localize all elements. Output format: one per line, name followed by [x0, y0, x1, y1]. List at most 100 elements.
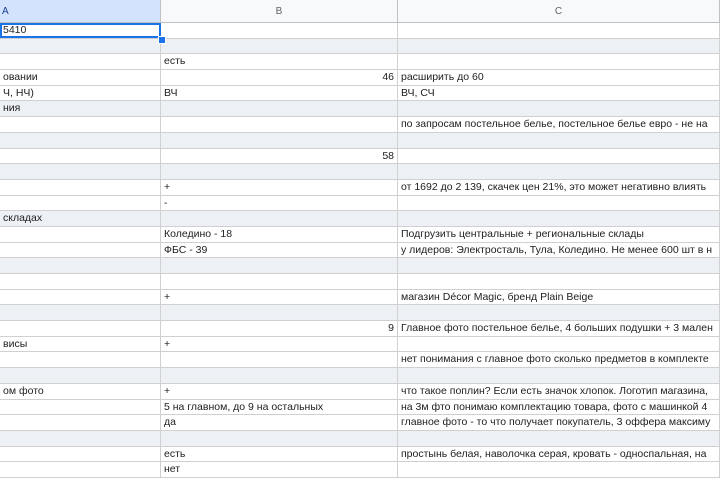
cell-a[interactable]: ния	[0, 101, 161, 117]
cell-a[interactable]	[0, 258, 161, 273]
cell-a[interactable]	[0, 38, 161, 54]
column-header-b[interactable]: B	[161, 0, 398, 22]
cell-b[interactable]	[161, 132, 398, 148]
cell-b[interactable]: +	[161, 289, 398, 305]
table-row	[0, 305, 720, 322]
table-row: висы +	[0, 336, 720, 353]
cell-a[interactable]: висы	[0, 336, 161, 352]
table-row	[0, 274, 720, 290]
cell-c[interactable]: ВЧ, СЧ	[398, 85, 720, 101]
cell-c[interactable]	[398, 54, 720, 70]
cell-c[interactable]	[398, 211, 720, 226]
cell-b[interactable]: +	[161, 336, 398, 352]
cell-a[interactable]	[0, 399, 161, 415]
cell-c[interactable]: Подгрузить центральные + региональные ск…	[398, 226, 720, 242]
cell-a[interactable]: Ч, НЧ)	[0, 85, 161, 101]
cell-a[interactable]	[0, 195, 161, 211]
cell-a[interactable]	[0, 352, 161, 368]
cell-a[interactable]	[0, 54, 161, 70]
cell-a[interactable]	[0, 226, 161, 242]
cell-b[interactable]: +	[161, 179, 398, 195]
cell-a[interactable]	[0, 321, 161, 336]
cell-a[interactable]	[0, 117, 161, 132]
cell-b[interactable]: да	[161, 415, 398, 430]
cell-a[interactable]	[0, 415, 161, 430]
cell-a[interactable]	[0, 132, 161, 148]
cell-b[interactable]: 58	[161, 148, 398, 164]
table-row	[0, 368, 720, 384]
cell-a[interactable]	[0, 289, 161, 305]
cell-b[interactable]	[161, 258, 398, 273]
table-row: да главное фото - то что получает покупат…	[0, 415, 720, 431]
cell-a[interactable]	[0, 242, 161, 258]
cell-c[interactable]	[398, 430, 720, 446]
cell-b[interactable]	[161, 352, 398, 368]
cell-a[interactable]: ом фото	[0, 383, 161, 399]
cell-c[interactable]	[398, 368, 720, 383]
table-row: нет	[0, 462, 720, 478]
cell-b[interactable]: -	[161, 195, 398, 211]
cell-a[interactable]	[0, 430, 161, 446]
cell-a[interactable]: 5410	[0, 23, 161, 38]
table-row: нет понимания с главное фото сколько пре…	[0, 352, 720, 369]
cell-b[interactable]	[161, 164, 398, 179]
cell-b[interactable]: 46	[161, 70, 398, 85]
cell-c[interactable]	[398, 258, 720, 273]
spreadsheet-grid: A B C 5410 есть овании 46 расширить до 60 Ч, …	[0, 0, 720, 480]
cell-c[interactable]	[398, 132, 720, 148]
fill-handle[interactable]	[158, 36, 166, 44]
cell-c[interactable]	[398, 336, 720, 352]
cell-a[interactable]	[0, 148, 161, 164]
cell-b[interactable]: 9	[161, 321, 398, 336]
cell-a[interactable]: овании	[0, 70, 161, 85]
column-header-a[interactable]: A	[0, 0, 161, 22]
cell-b[interactable]	[161, 101, 398, 117]
column-header-row: A B C	[0, 0, 720, 23]
cell-b[interactable]: есть	[161, 54, 398, 70]
cell-a[interactable]	[0, 179, 161, 195]
cell-c[interactable]: по запросам постельное белье, постельное…	[398, 117, 720, 132]
cell-a[interactable]	[0, 305, 161, 321]
cell-c[interactable]	[398, 148, 720, 164]
cell-b[interactable]: 5 на главном, до 9 на остальных	[161, 399, 398, 415]
cell-c[interactable]	[398, 195, 720, 211]
cell-b[interactable]: есть	[161, 446, 398, 462]
cell-c[interactable]: нет понимания с главное фото сколько пре…	[398, 352, 720, 368]
cell-b[interactable]	[161, 274, 398, 289]
cell-a[interactable]	[0, 446, 161, 462]
cell-a[interactable]	[0, 462, 161, 477]
cell-c[interactable]: у лидеров: Электросталь, Тула, Коледино.…	[398, 242, 720, 258]
cell-c[interactable]	[398, 23, 720, 38]
cell-b[interactable]	[161, 117, 398, 132]
cell-c[interactable]	[398, 38, 720, 54]
cell-c[interactable]: Главное фото постельное белье, 4 больших…	[398, 321, 720, 336]
cell-c[interactable]: расширить до 60	[398, 70, 720, 85]
cell-c[interactable]	[398, 305, 720, 321]
cell-a[interactable]	[0, 164, 161, 179]
cell-b[interactable]	[161, 23, 398, 38]
cell-c[interactable]: что такое поплин? Если есть значок хлопо…	[398, 383, 720, 399]
cell-c[interactable]: на 3м фто понимаю комплектацию товара, ф…	[398, 399, 720, 415]
column-header-c[interactable]: C	[398, 0, 720, 22]
cell-c[interactable]	[398, 274, 720, 289]
cell-c[interactable]	[398, 164, 720, 179]
cell-a[interactable]	[0, 368, 161, 383]
cell-c[interactable]: от 1692 до 2 139, скачек цен 21%, это мо…	[398, 179, 720, 195]
cell-b[interactable]: нет	[161, 462, 398, 477]
cell-c[interactable]: простынь белая, наволочка серая, кровать…	[398, 446, 720, 462]
cell-c[interactable]	[398, 101, 720, 117]
cell-a[interactable]: складах	[0, 211, 161, 226]
cell-b[interactable]	[161, 305, 398, 321]
cell-b[interactable]: Коледино - 18	[161, 226, 398, 242]
cell-c[interactable]: главное фото - то что получает покупател…	[398, 415, 720, 430]
cell-b[interactable]	[161, 368, 398, 383]
cell-b[interactable]: +	[161, 383, 398, 399]
cell-a[interactable]	[0, 274, 161, 289]
cell-b[interactable]	[161, 38, 398, 54]
cell-c[interactable]: магазин Décor Magic, бренд Plain Beige	[398, 289, 720, 305]
cell-b[interactable]	[161, 211, 398, 226]
cell-b[interactable]	[161, 430, 398, 446]
cell-b[interactable]: ВЧ	[161, 85, 398, 101]
cell-c[interactable]	[398, 462, 720, 477]
cell-b[interactable]: ФБС - 39	[161, 242, 398, 258]
